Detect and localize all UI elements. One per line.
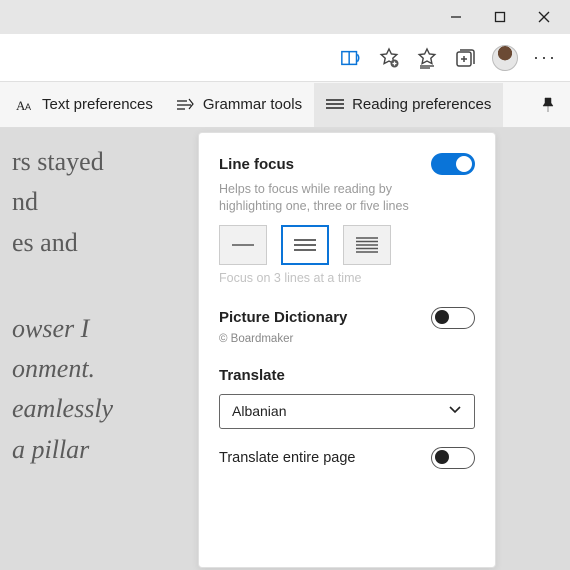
translate-title: Translate <box>219 367 285 384</box>
line-focus-3-button[interactable] <box>281 225 329 265</box>
close-button[interactable] <box>522 2 566 32</box>
tab-reading-preferences[interactable]: Reading preferences <box>314 83 503 127</box>
line-focus-5-button[interactable] <box>343 225 391 265</box>
reader-tabbar: AA Text preferences Grammar tools Readin… <box>0 82 570 128</box>
tab-text-preferences[interactable]: AA Text preferences <box>4 83 165 127</box>
browser-toolbar: ··· <box>0 34 570 82</box>
minimize-button[interactable] <box>434 2 478 32</box>
translate-page-toggle[interactable] <box>431 447 475 469</box>
line-focus-desc: Helps to focus while reading by highligh… <box>219 181 419 215</box>
collections-icon[interactable] <box>454 47 476 69</box>
favorites-icon[interactable] <box>416 47 438 69</box>
translate-value: Albanian <box>232 403 287 419</box>
maximize-button[interactable] <box>478 2 522 32</box>
svg-text:A: A <box>25 102 31 112</box>
window-titlebar <box>0 0 570 34</box>
reading-icon <box>326 98 344 112</box>
immersive-reader-icon[interactable] <box>340 47 362 69</box>
picture-dictionary-credit: © Boardmaker <box>219 333 475 345</box>
reading-preferences-panel: Line focus Helps to focus while reading … <box>198 132 496 568</box>
picture-dictionary-toggle[interactable] <box>431 307 475 329</box>
tab-grammar-tools[interactable]: Grammar tools <box>165 83 314 127</box>
text-icon: AA <box>16 98 34 112</box>
line-focus-title: Line focus <box>219 156 294 173</box>
tab-label: Grammar tools <box>203 96 302 113</box>
line-focus-hint: Focus on 3 lines at a time <box>219 271 475 285</box>
grammar-icon <box>177 98 195 112</box>
picture-dictionary-title: Picture Dictionary <box>219 309 347 326</box>
tab-label: Text preferences <box>42 96 153 113</box>
tab-label: Reading preferences <box>352 96 491 113</box>
translate-page-title: Translate entire page <box>219 450 356 466</box>
chevron-down-icon <box>448 403 462 420</box>
pin-button[interactable] <box>526 96 570 114</box>
line-focus-toggle[interactable] <box>431 153 475 175</box>
favorite-add-icon[interactable] <box>378 47 400 69</box>
profile-avatar[interactable] <box>492 45 518 71</box>
translate-select[interactable]: Albanian <box>219 394 475 429</box>
line-focus-1-button[interactable] <box>219 225 267 265</box>
more-icon[interactable]: ··· <box>534 47 556 69</box>
